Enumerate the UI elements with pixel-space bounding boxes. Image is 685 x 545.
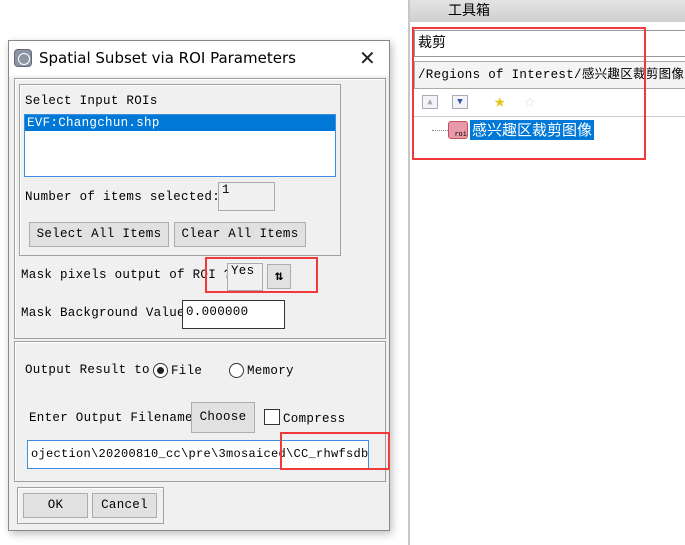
roi-list[interactable]: EVF:Changchun.shp xyxy=(24,114,336,177)
mask-bg-input[interactable]: 0.000000 xyxy=(182,300,285,329)
radio-memory-label[interactable]: Memory xyxy=(247,364,294,378)
filename-label: Enter Output Filename xyxy=(29,411,193,425)
list-item[interactable]: EVF:Changchun.shp xyxy=(25,115,335,131)
toolbox-header: 工具箱 xyxy=(410,0,685,22)
choose-button[interactable]: Choose xyxy=(191,402,255,433)
roi-group: Select Input ROIs EVF:Changchun.shp Numb… xyxy=(19,84,341,256)
highlight-filename xyxy=(280,432,390,470)
output-label: Output Result to xyxy=(25,363,150,377)
dialog-title: Spatial Subset via ROI Parameters xyxy=(39,49,296,67)
roi-label: Select Input ROIs xyxy=(25,94,158,108)
compress-checkbox[interactable] xyxy=(264,409,280,425)
roi-panel: Select Input ROIs EVF:Changchun.shp Numb… xyxy=(14,78,386,339)
select-all-button[interactable]: Select All Items xyxy=(29,222,169,247)
radio-file[interactable] xyxy=(153,363,168,378)
mask-bg-label: Mask Background Value xyxy=(21,306,185,320)
cancel-button[interactable]: Cancel xyxy=(92,493,157,518)
app-icon xyxy=(14,49,32,67)
close-icon[interactable]: ✕ xyxy=(359,46,376,70)
highlight-toolbox xyxy=(412,27,646,160)
count-label: Number of items selected: xyxy=(25,190,221,204)
title-bar[interactable]: Spatial Subset via ROI Parameters ✕ xyxy=(9,41,389,76)
radio-file-label[interactable]: File xyxy=(171,364,202,378)
radio-memory[interactable] xyxy=(229,363,244,378)
highlight-mask-option xyxy=(205,257,318,293)
mask-label: Mask pixels output of ROI ? xyxy=(21,268,232,282)
count-field: 1 xyxy=(218,182,275,211)
compress-label[interactable]: Compress xyxy=(283,412,345,426)
ok-button[interactable]: OK xyxy=(23,493,88,518)
button-group: OK Cancel xyxy=(17,487,164,524)
clear-all-button[interactable]: Clear All Items xyxy=(174,222,306,247)
